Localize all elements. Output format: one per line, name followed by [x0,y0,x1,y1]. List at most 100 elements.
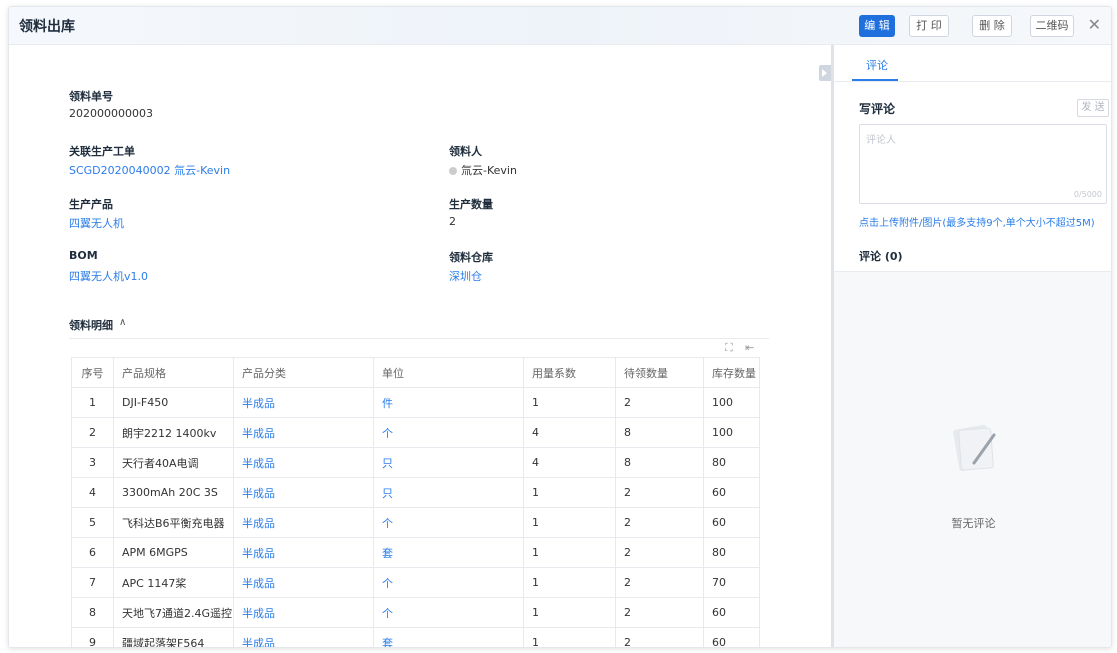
send-comment-button[interactable]: 发 送 [1077,99,1109,117]
order-no-value: 202000000003 [69,107,153,120]
dialog-header: 领料出库 编 辑 打 印 删 除 二维码 ✕ [9,7,1111,45]
details-table: 序号 产品规格 产品分类 单位 用量系数 待领数量 库存数量 1 DJI-F450… [71,357,760,647]
table-row[interactable]: 4 3300mAh 20C 3S 半成品只 1 2 60 [71,477,760,508]
table-row[interactable]: 9 疆域起落架F564 半成品套 1 2 60 [71,627,760,647]
table-cell[interactable]: 半成品 [233,567,374,598]
table-cell: 1 [523,537,616,568]
table-row[interactable]: 3 天行者40A电调 半成品只 4 8 80 [71,447,760,478]
table-row[interactable]: 1 DJI-F450 半成品件 1 2 100 [71,387,760,418]
table-cell: 70 [703,567,760,598]
table-cell: APC 1147桨 [113,567,234,598]
table-cell: 8 [615,447,704,478]
close-icon[interactable]: ✕ [1088,14,1101,36]
table-row[interactable]: 5 飞科达B6平衡充电器 半成品个 1 2 60 [71,507,760,538]
col-header-spec: 产品规格 [113,357,234,388]
qrcode-button[interactable]: 二维码 [1030,15,1074,37]
table-cell[interactable]: 半成品 [233,627,374,647]
col-header-pending-qty: 待领数量 [615,357,704,388]
chevron-up-icon[interactable]: ∧ [119,317,126,328]
table-cell: 1 [523,597,616,628]
table-cell: 6 [71,537,114,568]
table-row[interactable]: 8 天地飞7通道2.4G遥控 半成品个 1 2 60 [71,597,760,628]
table-cell[interactable]: 只 [373,447,524,478]
order-no-label: 领料单号 [69,90,113,103]
table-row[interactable]: 7 APC 1147桨 半成品个 1 2 70 [71,567,760,598]
comment-input[interactable]: 评论人 0/5000 [859,124,1107,204]
work-order-label: 关联生产工单 [69,145,135,158]
table-cell: 飞科达B6平衡充电器 [113,507,234,538]
table-cell[interactable]: 个 [373,597,524,628]
comments-count-title: 评论 (0) [859,250,903,263]
table-cell: 2 [71,417,114,448]
delete-button[interactable]: 删 除 [972,15,1012,37]
table-cell[interactable]: 半成品 [233,477,374,508]
table-cell[interactable]: 半成品 [233,417,374,448]
table-cell[interactable]: 个 [373,507,524,538]
table-cell: 80 [703,447,760,478]
collapse-columns-icon[interactable]: ⇤ [745,341,754,354]
empty-comment-icon [953,424,996,472]
table-cell: 8 [71,597,114,628]
tab-comments[interactable]: 评论 [866,57,888,73]
table-cell: 1 [71,387,114,418]
table-cell: 5 [71,507,114,538]
collapse-panel-handle[interactable] [819,65,831,81]
table-cell: 4 [71,477,114,508]
details-section-title: 领料明细 [69,319,113,332]
table-cell: 天行者40A电调 [113,447,234,478]
table-cell[interactable]: 半成品 [233,537,374,568]
print-button[interactable]: 打 印 [909,15,949,37]
bom-link[interactable]: 四翼无人机v1.0 [69,268,148,284]
table-cell: 2 [615,507,704,538]
table-cell[interactable]: 半成品 [233,597,374,628]
upload-attachment-link[interactable]: 点击上传附件/图片(最多支持9个,单个大小不超过5M) [859,214,1095,229]
detail-content: 领料单号 202000000003 关联生产工单 SCGD2020040002 … [9,45,831,647]
table-cell: 2 [615,627,704,647]
bom-label: BOM [69,249,98,262]
warehouse-link[interactable]: 深圳仓 [449,268,482,284]
table-cell: 2 [615,387,704,418]
tab-divider [834,81,1111,82]
table-cell[interactable]: 半成品 [233,387,374,418]
table-cell: 2 [615,477,704,508]
receiver-value: 氚云-Kevin [449,162,517,178]
table-cell[interactable]: 套 [373,627,524,647]
table-cell[interactable]: 件 [373,387,524,418]
table-cell: 4 [523,447,616,478]
table-cell: APM 6MGPS [113,537,234,568]
table-cell: 1 [523,567,616,598]
product-label: 生产产品 [69,198,113,211]
detail-dialog: 领料出库 编 辑 打 印 删 除 二维码 ✕ 领料单号 202000000003… [8,6,1112,648]
col-header-index: 序号 [71,357,114,388]
table-cell[interactable]: 半成品 [233,447,374,478]
table-row[interactable]: 6 APM 6MGPS 半成品套 1 2 80 [71,537,760,568]
quantity-value: 2 [449,215,456,228]
table-cell[interactable]: 个 [373,567,524,598]
comment-placeholder: 评论人 [866,135,896,146]
table-cell: 60 [703,597,760,628]
table-cell: 2 [615,567,704,598]
section-divider [69,338,769,339]
col-header-usage-factor: 用量系数 [523,357,616,388]
work-order-link[interactable]: SCGD2020040002 氚云-Kevin [69,162,230,178]
fullscreen-icon[interactable]: ⛶ [725,341,733,355]
table-row[interactable]: 2 朗宇2212 1400kv 半成品个 4 8 100 [71,417,760,448]
edit-button[interactable]: 编 辑 [859,15,895,37]
table-cell: 1 [523,627,616,647]
table-cell: 朗宇2212 1400kv [113,417,234,448]
table-cell[interactable]: 半成品 [233,507,374,538]
comment-panel: 评论 写评论 发 送 评论人 0/5000 点击上传附件/图片(最多支持9个,单… [834,45,1111,647]
table-cell: 60 [703,477,760,508]
table-cell[interactable]: 套 [373,537,524,568]
table-cell: 1 [523,477,616,508]
table-cell[interactable]: 只 [373,477,524,508]
table-cell: 8 [615,417,704,448]
table-cell[interactable]: 个 [373,417,524,448]
table-cell: 1 [523,387,616,418]
table-cell: 2 [615,537,704,568]
table-cell: 1 [523,507,616,538]
product-link[interactable]: 四翼无人机 [69,215,124,231]
table-cell: 3300mAh 20C 3S [113,477,234,508]
table-cell: 2 [615,597,704,628]
dialog-title: 领料出库 [19,19,75,35]
